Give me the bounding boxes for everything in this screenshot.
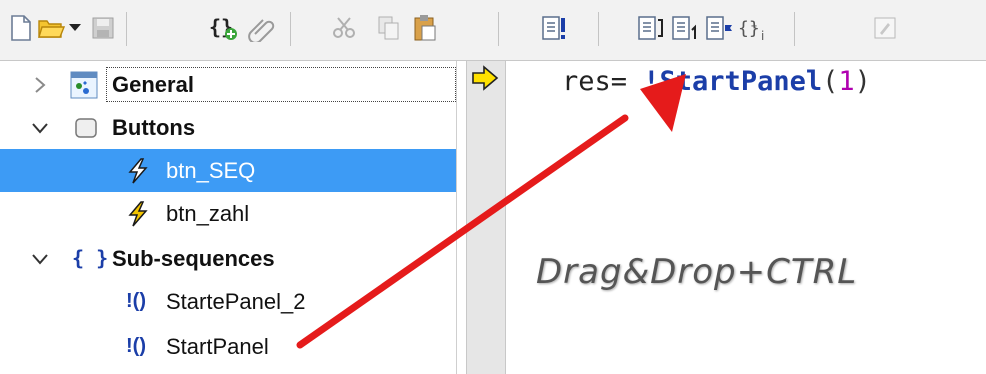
toolbar-separator xyxy=(126,12,127,46)
tree-item-general[interactable]: General xyxy=(0,63,456,106)
code-variable: res= xyxy=(562,66,644,97)
chevron-right-icon[interactable] xyxy=(30,75,50,95)
tree-item-btn-seq[interactable]: btn_SEQ xyxy=(0,149,456,192)
insert-index-button[interactable]: {} + i xyxy=(736,8,770,48)
copy-icon xyxy=(378,16,399,40)
save-disk-icon xyxy=(92,17,114,39)
toolbar-separator xyxy=(498,12,499,46)
cut-button[interactable] xyxy=(328,8,362,48)
braces-index-icon: {} + i xyxy=(738,18,764,42)
lightning-icon xyxy=(124,157,152,185)
insert-line-button[interactable] xyxy=(634,8,668,48)
tree-item-sub-sequences[interactable]: { } Sub-sequences xyxy=(0,237,456,280)
tree-item-btn-zahl[interactable]: btn_zahl xyxy=(0,192,456,235)
svg-text:i: i xyxy=(761,29,764,42)
scissors-icon xyxy=(333,17,355,38)
open-file-button[interactable] xyxy=(36,8,66,48)
tree-item-label: btn_SEQ xyxy=(166,158,256,183)
insert-flag-button[interactable] xyxy=(702,8,736,48)
button-icon xyxy=(72,114,100,142)
panel-icon xyxy=(70,71,98,99)
code-argument: 1 xyxy=(838,66,855,97)
edit-button[interactable] xyxy=(868,8,902,48)
chevron-down-icon[interactable] xyxy=(30,118,50,138)
insert-number-button[interactable] xyxy=(668,8,702,48)
paperclip-icon xyxy=(248,19,275,42)
code-paren-open: ( xyxy=(822,66,839,97)
lightning-icon xyxy=(124,200,152,228)
tree-item-label: General xyxy=(112,72,194,97)
tree-item-label: StartPanel xyxy=(166,334,269,359)
link-button[interactable] xyxy=(244,8,278,48)
doc-flag-icon xyxy=(706,16,732,40)
tree-item-startpanel[interactable]: !() StartPanel xyxy=(0,325,456,368)
add-subsequence-button[interactable]: {} xyxy=(206,8,240,48)
chevron-down-icon[interactable] xyxy=(30,249,50,269)
editor-gutter[interactable] xyxy=(466,61,506,374)
toolbar-separator xyxy=(290,12,291,46)
code-paren-close: ) xyxy=(854,66,871,97)
new-document-icon xyxy=(11,15,31,41)
caret-down-icon xyxy=(69,24,81,31)
tree-item-label: btn_zahl xyxy=(166,201,250,226)
annotation-caption: Drag&Drop+CTRL xyxy=(536,252,858,292)
doc-lines-icon xyxy=(638,16,663,40)
svg-text:+: + xyxy=(751,21,757,32)
code-editor[interactable]: res= !StartPanel(1) xyxy=(506,61,986,374)
save-button[interactable] xyxy=(86,8,120,48)
toolbar: {} {} + i xyxy=(0,0,986,61)
code-line[interactable]: res= !StartPanel(1) xyxy=(562,65,871,99)
toolbar-separator xyxy=(794,12,795,46)
check-button[interactable] xyxy=(538,8,572,48)
subseq-call-icon: !() xyxy=(126,335,146,357)
braces-icon: { } xyxy=(72,246,109,270)
tree-item-label: Sub-sequences xyxy=(112,246,275,271)
execution-arrow-icon xyxy=(472,65,499,91)
open-dropdown-button[interactable] xyxy=(66,8,84,48)
tree-item-startepanel-2[interactable]: !() StartePanel_2 xyxy=(0,280,456,323)
braces-add-icon: {} xyxy=(209,15,237,40)
toolbar-separator xyxy=(598,12,599,46)
tree-item-buttons[interactable]: Buttons xyxy=(0,106,456,149)
tree-item-label: StartePanel_2 xyxy=(166,289,306,314)
sequence-tree: General Buttons btn_SEQ btn_zahl {} Sub… xyxy=(0,61,457,374)
folder-open-icon xyxy=(38,20,65,38)
code-subseq-call: !StartPanel xyxy=(643,66,823,97)
edit-disabled-icon xyxy=(874,17,896,39)
tree-item-label: Buttons xyxy=(112,115,196,140)
paste-button[interactable] xyxy=(408,8,442,48)
copy-button[interactable] xyxy=(372,8,406,48)
clipboard-icon xyxy=(414,15,436,41)
doc-exclamation-icon xyxy=(542,16,565,40)
new-file-button[interactable] xyxy=(4,8,38,48)
subseq-call-icon: !() xyxy=(126,290,146,312)
doc-number-icon xyxy=(672,16,696,40)
